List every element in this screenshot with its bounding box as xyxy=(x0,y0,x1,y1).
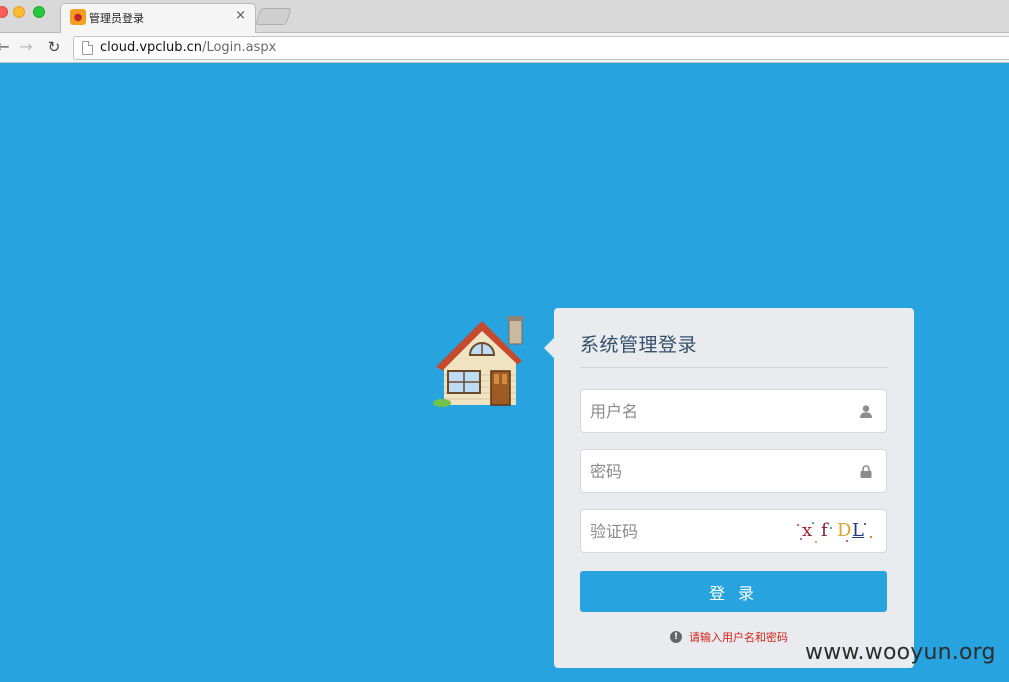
captcha-image[interactable]: x f D L xyxy=(794,519,874,545)
lion-icon: ● xyxy=(70,9,86,25)
login-title: 系统管理登录 xyxy=(580,334,698,356)
browser-toolbar: ← → ↻ cloud.vpclub.cn/Login.aspx xyxy=(0,33,1009,63)
zoom-window-button[interactable] xyxy=(33,6,45,18)
url-path: /Login.aspx xyxy=(202,40,277,55)
captcha-field[interactable]: x f D L xyxy=(580,509,887,553)
title-divider xyxy=(580,367,888,368)
tab-close-icon[interactable]: × xyxy=(235,8,246,24)
warning-icon: ! xyxy=(670,631,682,643)
address-bar[interactable]: cloud.vpclub.cn/Login.aspx xyxy=(73,36,1009,60)
password-field[interactable] xyxy=(580,449,887,493)
new-tab-button[interactable] xyxy=(255,8,292,25)
captcha-noise xyxy=(846,540,848,542)
forward-arrow-icon[interactable]: → xyxy=(17,37,35,57)
login-button[interactable]: 登 录 xyxy=(580,571,887,612)
reload-icon[interactable]: ↻ xyxy=(45,37,63,57)
page-icon xyxy=(82,41,93,55)
captcha-char: L xyxy=(852,520,864,541)
captcha-noise xyxy=(815,541,817,543)
captcha-noise xyxy=(797,524,799,526)
url-text[interactable]: cloud.vpclub.cn/Login.aspx xyxy=(100,40,276,55)
url-host: cloud.vpclub.cn xyxy=(100,40,203,55)
browser-tab[interactable]: ● 管理员登录 × xyxy=(60,3,256,34)
captcha-noise xyxy=(812,522,814,524)
password-input[interactable] xyxy=(581,450,886,492)
browser-tab-bar: ● 管理员登录 × xyxy=(0,0,1009,34)
error-message: 请输入用户名和密码 xyxy=(689,631,788,644)
user-icon xyxy=(860,405,872,418)
minimize-window-button[interactable] xyxy=(13,6,25,18)
close-window-button[interactable] xyxy=(0,6,8,18)
captcha-noise xyxy=(864,523,866,525)
captcha-noise xyxy=(870,536,872,538)
error-message-row: ! 请输入用户名和密码 xyxy=(670,629,788,645)
username-input[interactable] xyxy=(581,390,886,432)
captcha-char: x xyxy=(802,520,813,541)
captcha-noise xyxy=(830,527,832,529)
captcha-char: f xyxy=(821,520,828,541)
username-field[interactable] xyxy=(580,389,887,433)
house-icon xyxy=(433,316,524,407)
captcha-char: D xyxy=(837,520,852,541)
watermark: www.wooyun.org xyxy=(805,640,996,665)
login-panel: 系统管理登录 x f D L 登 录 xyxy=(544,308,914,668)
tab-title: 管理员登录 xyxy=(89,12,144,25)
captcha-noise xyxy=(800,538,802,540)
lock-icon xyxy=(860,465,872,478)
back-arrow-icon[interactable]: ← xyxy=(0,37,12,57)
